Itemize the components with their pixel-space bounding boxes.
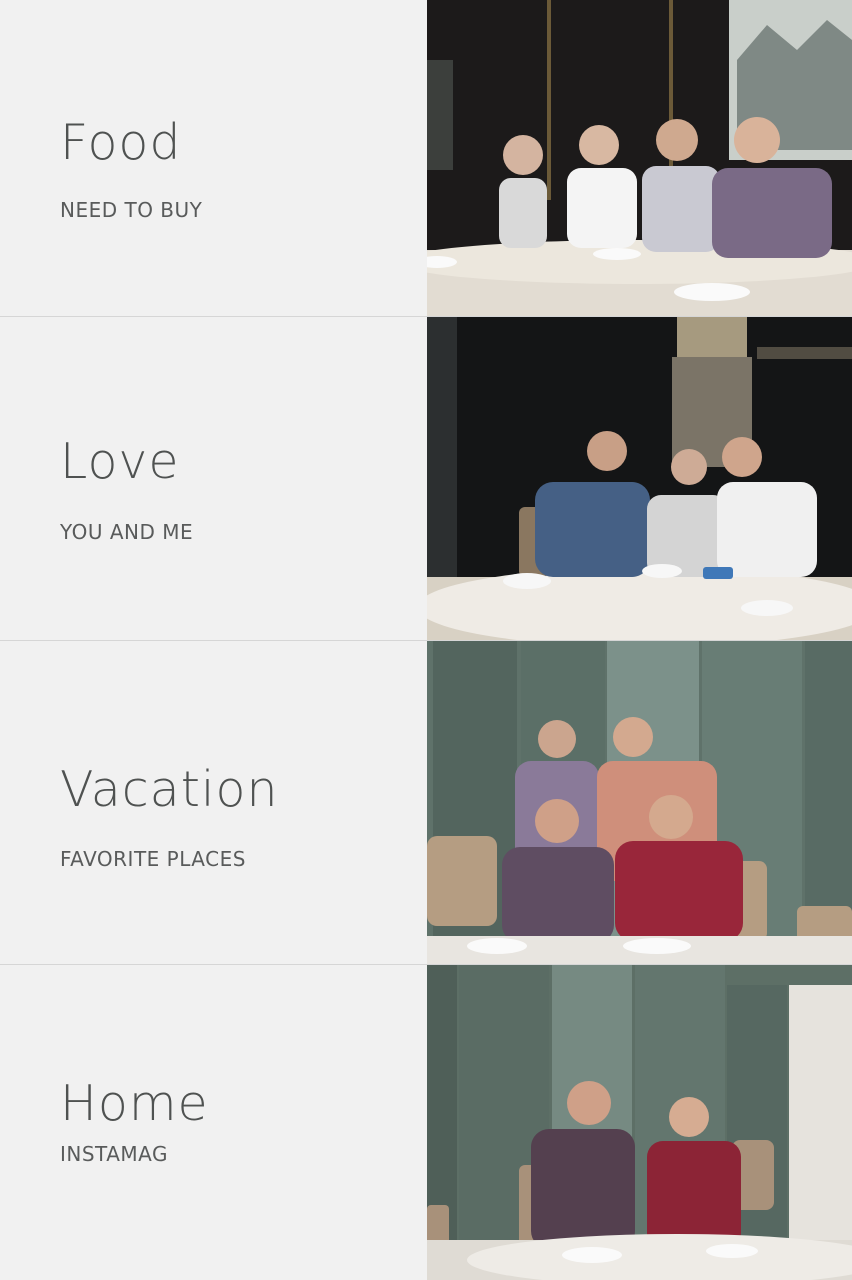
section-title: Food (60, 114, 182, 171)
collage-row-food: Food NEED TO BUY (0, 0, 852, 317)
caption-panel: Food NEED TO BUY (0, 0, 427, 316)
section-subtitle: FAVORITE PLACES (60, 847, 246, 871)
section-title: Home (60, 1075, 209, 1132)
collage-row-love: Love YOU AND ME (0, 317, 852, 641)
collage-row-home: Home INSTAMAG (0, 965, 852, 1280)
section-title: Vacation (60, 761, 279, 818)
dinner-table-group-photo (427, 0, 852, 316)
section-subtitle: INSTAMAG (60, 1142, 168, 1166)
section-subtitle: NEED TO BUY (60, 198, 203, 222)
two-men-seated-photo (427, 965, 852, 1280)
caption-panel: Love YOU AND ME (0, 317, 427, 640)
photo-collage: Food NEED TO BUY Love YOU AND ME Vacatio… (0, 0, 852, 1280)
restaurant-family-photo (427, 317, 852, 640)
collage-row-vacation: Vacation FAVORITE PLACES (0, 641, 852, 965)
section-subtitle: YOU AND ME (60, 520, 194, 544)
caption-panel: Home INSTAMAG (0, 965, 427, 1280)
section-title: Love (60, 433, 180, 490)
caption-panel: Vacation FAVORITE PLACES (0, 641, 427, 964)
family-portrait-photo (427, 641, 852, 964)
